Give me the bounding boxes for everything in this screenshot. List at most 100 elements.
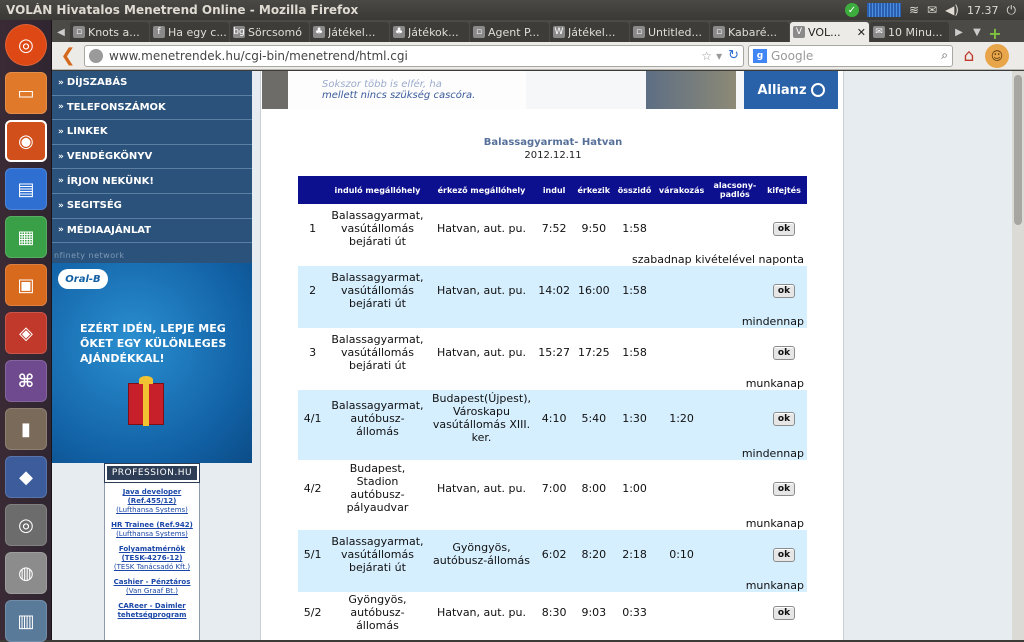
menu-item[interactable]: » DÍJSZABÁS xyxy=(52,71,252,96)
details-ok-button[interactable]: ok xyxy=(772,605,796,620)
menu-item-label: SEGITSÉG xyxy=(66,200,122,212)
operating-days-note: munkanap xyxy=(298,578,807,592)
low-floor-cell xyxy=(708,390,761,446)
files-icon[interactable]: ▭ xyxy=(5,72,47,114)
wifi-icon[interactable]: ≋ xyxy=(909,3,919,17)
scrollbar-thumb[interactable] xyxy=(1014,75,1022,225)
google-icon[interactable]: g xyxy=(753,48,767,63)
details-ok-button[interactable]: ok xyxy=(772,547,796,562)
departure-stop: Balassagyarmat, vasútállomás bejárati út xyxy=(327,266,428,314)
cdrom-icon[interactable]: ◍ xyxy=(5,552,47,594)
departure-time: 15:27 xyxy=(535,328,573,376)
job-company-link[interactable]: (Lufthansa Systems) xyxy=(105,506,199,515)
url-text[interactable]: www.menetrendek.hu/cgi-bin/menetrend/htm… xyxy=(109,49,697,63)
trash-icon[interactable]: ▥ xyxy=(5,600,47,642)
details-ok-button[interactable]: ok xyxy=(772,221,796,236)
operating-days-note: munkanap xyxy=(298,376,807,390)
details-ok-button[interactable]: ok xyxy=(772,411,796,426)
power-icon[interactable]: ⏻ xyxy=(1007,3,1017,18)
addon-icon[interactable]: ☺ xyxy=(985,43,1009,68)
details-ok-button[interactable]: ok xyxy=(772,481,796,496)
close-tab-icon[interactable]: ✕ xyxy=(855,26,866,39)
clock[interactable]: 17.37 xyxy=(967,4,999,17)
menu-arrow-icon: » xyxy=(58,225,64,236)
arrival-time: 8:00 xyxy=(572,460,615,516)
details-ok-button[interactable]: ok xyxy=(772,345,796,360)
tabs-scroll-left-icon[interactable]: ◀ xyxy=(52,22,70,42)
reload-icon[interactable]: ↻ xyxy=(728,48,739,63)
system-monitor-graph[interactable] xyxy=(866,3,901,17)
departure-time: 7:00 xyxy=(535,460,573,516)
firefox-icon[interactable]: ◉ xyxy=(5,120,47,162)
total-time: 1:58 xyxy=(614,328,655,376)
url-bar[interactable]: www.menetrendek.hu/cgi-bin/menetrend/htm… xyxy=(84,44,744,67)
tabs-scroll-right-icon[interactable]: ▶ xyxy=(950,22,968,42)
menu-item-label: DÍJSZABÁS xyxy=(66,77,128,89)
window-title: VOLÁN Hivatalos Menetrend Online - Mozil… xyxy=(6,3,359,17)
waiting-time: 0:10 xyxy=(654,530,709,578)
mail-indicator-icon[interactable]: ✉ xyxy=(927,3,937,17)
dropdown-icon[interactable]: ▾ xyxy=(716,49,722,63)
system-tray: ✓ ≋ ✉ ◀) 17.37 ⏻ xyxy=(844,3,1024,18)
impress-icon[interactable]: ▣ xyxy=(5,264,47,306)
oralb-ad[interactable]: Oral-B EZÉRT IDÉN, LEPJE MEG ŐKET EGY KÜ… xyxy=(52,263,252,463)
tab-item[interactable]: W Játékel... xyxy=(550,22,629,42)
tab-item[interactable]: ▫ Agent P... xyxy=(470,22,549,42)
menu-item[interactable]: » SEGITSÉG xyxy=(52,194,252,219)
tab-item[interactable]: ♣ Játékok... xyxy=(390,22,469,42)
menu-item[interactable]: » MÉDIAAJÁNLAT xyxy=(52,219,252,244)
menu-item[interactable]: » LINKEK xyxy=(52,120,252,145)
tabs-list-icon[interactable]: ▼ xyxy=(968,22,986,42)
job-company-link[interactable]: (Van Graaf Bt.) xyxy=(105,587,199,596)
tab-item[interactable]: ♣ Játékel... xyxy=(310,22,389,42)
job-title-link[interactable]: CAReer - Daimler tehetségprogram xyxy=(105,602,199,620)
arrival-stop: Hatvan, aut. pu. xyxy=(427,266,536,314)
update-check-icon[interactable]: ✓ xyxy=(844,3,859,17)
app-icon[interactable]: ◆ xyxy=(5,456,47,498)
search-input[interactable]: Google xyxy=(771,49,813,63)
menu-item[interactable]: » TELEFONSZÁMOK xyxy=(52,96,252,121)
vertical-scrollbar[interactable] xyxy=(1012,71,1024,640)
departure-stop: Balassagyarmat, autóbusz-állomás xyxy=(327,390,428,446)
writer-icon[interactable]: ▤ xyxy=(5,168,47,210)
allianz-banner[interactable]: Sokszor több is elfér, ha mellett nincs … xyxy=(262,71,838,109)
job-title-link[interactable]: Cashier - Pénztáros xyxy=(105,578,199,587)
departure-time: 7:52 xyxy=(535,204,573,252)
tab-item[interactable]: V VOL... ✕ xyxy=(790,22,869,42)
job-title-link[interactable]: Folyamatmérnök (TESK-4276-12) xyxy=(105,545,199,563)
table-row: 5/2 Gyöngyös, autóbusz-állomás Hatvan, aut… xyxy=(298,592,807,632)
search-box[interactable]: g Google ⌕ xyxy=(748,44,953,67)
job-company-link[interactable]: (Lufthansa Systems) xyxy=(105,530,199,539)
menu-item[interactable]: » ÍRJON NEKÜNK! xyxy=(52,169,252,194)
home-icon[interactable]: ⌂ xyxy=(957,44,981,68)
search-icon[interactable]: ⌕ xyxy=(941,48,948,63)
tab-item[interactable]: ✉ 10 Minu... xyxy=(870,22,949,42)
volume-icon[interactable]: ◀) xyxy=(945,3,959,17)
job-title-link[interactable]: HR Trainee (Ref.942) xyxy=(105,521,199,530)
menu-item[interactable]: » VENDÉGKÖNYV xyxy=(52,145,252,170)
tab-item[interactable]: ▫ Kabaré... xyxy=(710,22,789,42)
ubuntu-home-icon[interactable]: ◎ xyxy=(5,24,47,66)
tab-item[interactable]: f Ha egy c... xyxy=(150,22,229,42)
tab-item[interactable]: ▫ Untitled... xyxy=(630,22,709,42)
waiting-time: 1:20 xyxy=(654,390,709,446)
back-icon[interactable]: ❮ xyxy=(56,44,80,68)
departure-stop: Gyöngyös, autóbusz-állomás xyxy=(327,592,428,632)
tab-item[interactable]: ▫ Knots a... xyxy=(70,22,149,42)
launcher-app-icon[interactable]: ⌘ xyxy=(5,360,47,402)
job-title-link[interactable]: Java developer (Ref.455/12) xyxy=(105,488,199,506)
job-item: Cashier - Pénztáros (Van Graaf Bt.) xyxy=(105,578,199,596)
new-tab-icon[interactable]: + xyxy=(986,24,1004,43)
banner-person-image xyxy=(646,71,736,109)
software-center-icon[interactable]: ◈ xyxy=(5,312,47,354)
column-header: érkezik xyxy=(572,176,615,204)
details-ok-button[interactable]: ok xyxy=(772,283,796,298)
bookmark-star-icon[interactable]: ☆ xyxy=(701,49,712,63)
calc-icon[interactable]: ▦ xyxy=(5,216,47,258)
tab-bar: ◀ ▫ Knots a... f Ha egy c... bg Sörcsomó ♣ Játé… xyxy=(52,20,1024,43)
tab-item[interactable]: bg Sörcsomó xyxy=(230,22,309,42)
disk-icon[interactable]: ◎ xyxy=(5,504,47,546)
job-company-link[interactable]: (TESK Tanácsadó Kft.) xyxy=(105,563,199,572)
site-identity-icon[interactable] xyxy=(89,48,103,63)
terminal-icon[interactable]: ▮ xyxy=(5,408,47,450)
